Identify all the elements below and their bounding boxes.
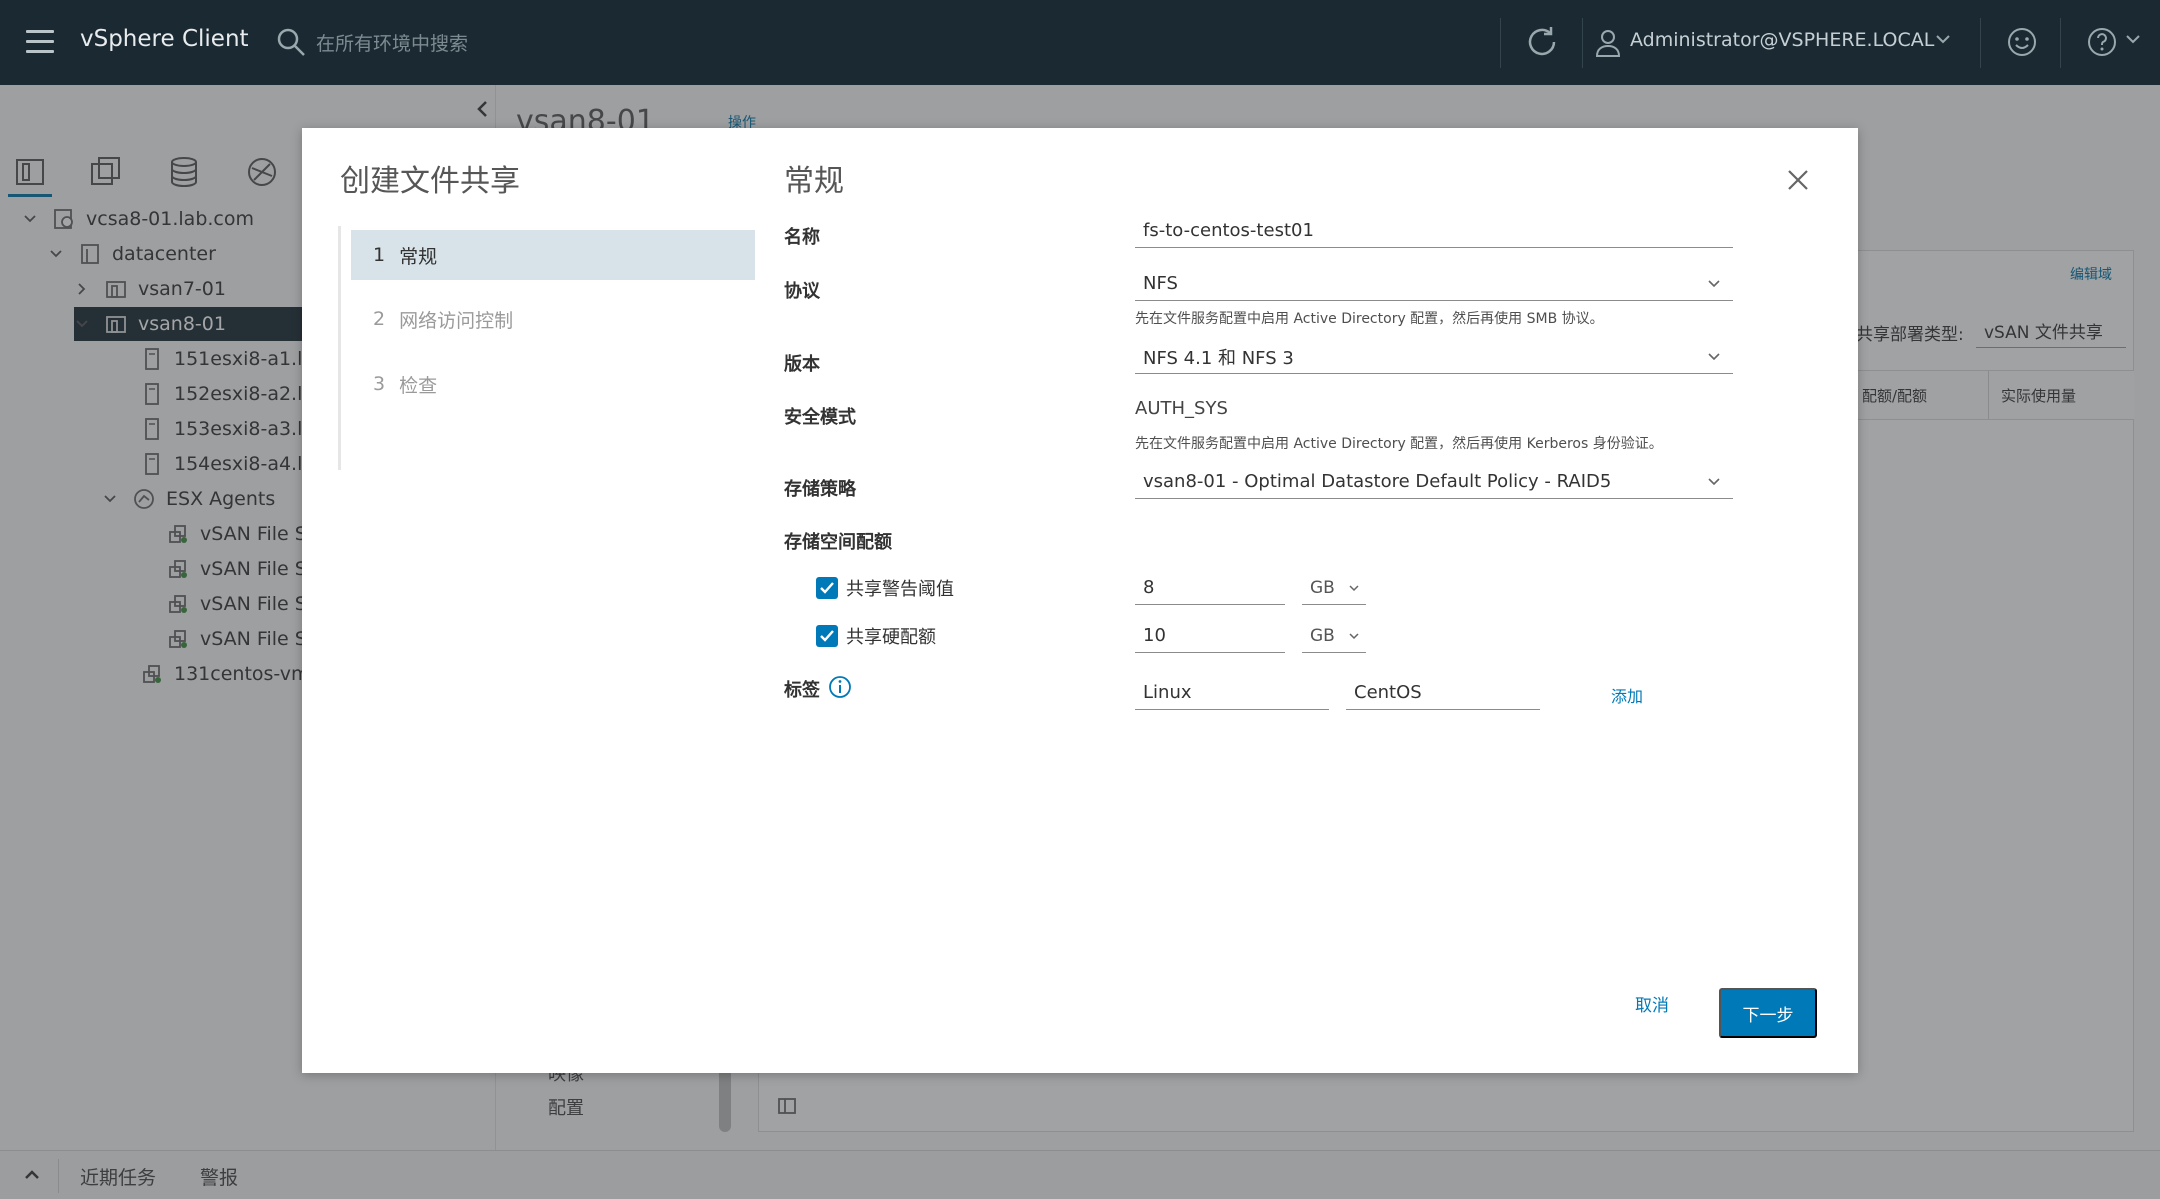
- warning-threshold-label: 共享警告阈值: [846, 579, 954, 600]
- version-label: 版本: [784, 354, 820, 375]
- warning-unit-value: GB: [1310, 577, 1335, 598]
- storage-policy-label: 存储策略: [784, 479, 856, 500]
- protocol-value: NFS: [1143, 273, 1178, 294]
- security-mode-label: 安全模式: [784, 407, 856, 428]
- step-network-access[interactable]: 2 网络访问控制: [351, 294, 755, 344]
- create-file-share-dialog: 创建文件共享 1 常规 2 网络访问控制 3 检查 常规 名称 fs-to-ce…: [302, 128, 1858, 1073]
- tags-label: 标签: [784, 680, 820, 701]
- warning-unit-select[interactable]: GB: [1302, 571, 1366, 605]
- cancel-button[interactable]: 取消: [1620, 988, 1684, 1018]
- chevron-down-icon[interactable]: [2124, 30, 2142, 48]
- hard-quota-input[interactable]: 10: [1135, 619, 1285, 653]
- protocol-help-text: 先在文件服务配置中启用 Active Directory 配置，然后再使用 SM…: [1135, 311, 1604, 327]
- chevron-down-icon: [1349, 633, 1359, 640]
- warning-threshold-checkbox-row[interactable]: 共享警告阈值: [816, 574, 954, 602]
- top-header: vSphere Client 在所有环境中搜索 Administrator@VS…: [0, 0, 2160, 85]
- search-icon[interactable]: [276, 27, 306, 57]
- tag-key-input[interactable]: Linux: [1135, 676, 1329, 710]
- hard-quota-unit-select[interactable]: GB: [1302, 619, 1366, 653]
- protocol-label: 协议: [784, 281, 820, 302]
- hard-quota-checkbox-row[interactable]: 共享硬配额: [816, 622, 936, 650]
- quota-label: 存储空间配额: [784, 532, 892, 553]
- step-review[interactable]: 3 检查: [351, 359, 755, 409]
- section-title: 常规: [784, 164, 844, 199]
- version-select[interactable]: NFS 4.1 和 NFS 3: [1135, 340, 1733, 374]
- step-number: 3: [373, 373, 386, 395]
- security-mode-value: AUTH_SYS: [1135, 398, 1228, 419]
- hard-quota-unit-value: GB: [1310, 625, 1335, 646]
- version-value: NFS 4.1 和 NFS 3: [1143, 347, 1294, 369]
- user-menu[interactable]: Administrator@VSPHERE.LOCAL: [1630, 29, 1934, 51]
- storage-policy-select[interactable]: vsan8-01 - Optimal Datastore Default Pol…: [1135, 465, 1733, 499]
- info-icon[interactable]: [828, 675, 852, 699]
- menu-icon[interactable]: [26, 30, 54, 54]
- hard-quota-checkbox[interactable]: [816, 625, 838, 647]
- header-divider: [2060, 18, 2061, 68]
- checkmark-icon: [820, 582, 834, 594]
- chevron-down-icon: [1708, 478, 1720, 486]
- step-label: 网络访问控制: [399, 309, 514, 332]
- chevron-down-icon: [1349, 585, 1359, 592]
- checkmark-icon: [820, 630, 834, 642]
- step-label: 检查: [399, 374, 438, 397]
- search-input[interactable]: 在所有环境中搜索: [316, 29, 468, 56]
- feedback-smiley-icon[interactable]: [2006, 26, 2038, 58]
- header-divider: [1582, 18, 1583, 68]
- security-help-text: 先在文件服务配置中启用 Active Directory 配置，然后再使用 Ke…: [1135, 436, 1663, 452]
- name-label: 名称: [784, 227, 820, 248]
- dialog-title: 创建文件共享: [340, 164, 520, 199]
- warning-threshold-input[interactable]: 8: [1135, 571, 1285, 605]
- close-icon[interactable]: [1786, 168, 1810, 192]
- help-icon[interactable]: [2086, 26, 2118, 58]
- wizard-steps: 1 常规 2 网络访问控制 3 检查: [338, 226, 755, 470]
- brand-title[interactable]: vSphere Client: [80, 26, 249, 52]
- step-number: 1: [373, 244, 386, 266]
- user-icon[interactable]: [1594, 28, 1622, 58]
- next-button[interactable]: 下一步: [1719, 988, 1817, 1038]
- storage-policy-value: vsan8-01 - Optimal Datastore Default Pol…: [1143, 471, 1612, 492]
- refresh-icon[interactable]: [1524, 24, 1560, 60]
- header-divider: [1500, 18, 1501, 68]
- chevron-down-icon: [1708, 353, 1720, 361]
- step-number: 2: [373, 308, 386, 330]
- hard-quota-label: 共享硬配额: [846, 627, 936, 648]
- warning-threshold-checkbox[interactable]: [816, 577, 838, 599]
- step-general[interactable]: 1 常规: [351, 230, 755, 280]
- header-divider: [1980, 18, 1981, 68]
- protocol-select[interactable]: NFS: [1135, 267, 1733, 301]
- name-input[interactable]: fs-to-centos-test01: [1135, 214, 1733, 248]
- chevron-down-icon[interactable]: [1934, 30, 1952, 48]
- tag-value-input[interactable]: CentOS: [1346, 676, 1540, 710]
- chevron-down-icon: [1708, 280, 1720, 288]
- add-tag-link[interactable]: 添加: [1611, 683, 1643, 707]
- step-label: 常规: [399, 245, 438, 268]
